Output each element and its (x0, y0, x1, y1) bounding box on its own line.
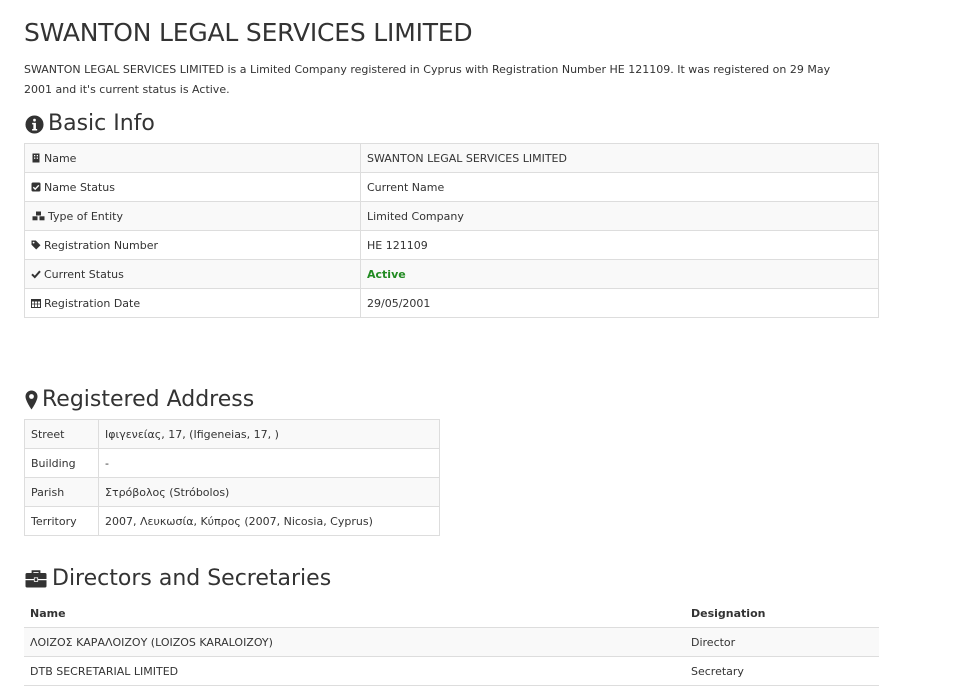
director-name: ΛΟΙΖΟΣ ΚΑΡΑΛΟΙΖΟΥ (LOIZOS KARALOIZOY) (24, 627, 685, 657)
row-label: Current Status (44, 267, 124, 281)
director-name: DTB SECRETARIAL LIMITED (24, 656, 685, 686)
row-label: Parish (24, 477, 99, 507)
row-label: Registration Number (44, 238, 159, 252)
row-label: Building (24, 448, 99, 478)
row-label: Street (24, 419, 99, 449)
row-label: Name (44, 151, 77, 165)
director-designation: Director (685, 627, 879, 657)
table-row: Current Status Active (24, 259, 879, 289)
building-icon (31, 153, 41, 163)
directors-heading-text: Directors and Secretaries (52, 566, 332, 591)
row-value: SWANTON LEGAL SERVICES LIMITED (360, 143, 879, 173)
table-row: Parish Στρόβολος (Stróbolos) (24, 477, 440, 507)
table-row: ΛΟΙΖΟΣ ΚΑΡΑΛΟΙΖΟΥ (LOIZOS KARALOIZOY) Di… (24, 627, 879, 657)
table-row: Name Status Current Name (24, 172, 879, 202)
check-icon (31, 269, 41, 279)
registered-address-heading-text: Registered Address (42, 387, 255, 412)
map-marker-icon (24, 389, 38, 411)
row-value: 2007, Λευκωσία, Κύπρος (2007, Nicosia, C… (98, 506, 440, 536)
page-title: SWANTON LEGAL SERVICES LIMITED (24, 18, 473, 47)
row-value: Στρόβολος (Stróbolos) (98, 477, 440, 507)
table-row: Registration Date 29/05/2001 (24, 288, 879, 318)
table-row: Territory 2007, Λευκωσία, Κύπρος (2007, … (24, 506, 440, 536)
info-circle-icon (24, 113, 44, 135)
status-active-value: Active (360, 259, 879, 289)
address-table: Street Ιφιγενείας, 17, (Ifigeneias, 17, … (24, 419, 440, 536)
basic-info-table: Name SWANTON LEGAL SERVICES LIMITED Name… (24, 143, 879, 318)
row-value: - (98, 448, 440, 478)
tag-icon (31, 240, 41, 250)
page: SWANTON LEGAL SERVICES LIMITED SWANTON L… (0, 0, 972, 686)
table-row: Building - (24, 448, 440, 478)
row-value: 29/05/2001 (360, 288, 879, 318)
column-header-designation: Designation (685, 599, 879, 628)
director-designation: Secretary (685, 656, 879, 686)
table-header-row: Name Designation (24, 599, 879, 628)
table-row: Name SWANTON LEGAL SERVICES LIMITED (24, 143, 879, 173)
table-row: Registration Number HE 121109 (24, 230, 879, 260)
basic-info-heading: Basic Info (24, 110, 155, 138)
row-label: Type of Entity (48, 209, 123, 223)
row-label: Registration Date (44, 296, 141, 310)
directors-heading: Directors and Secretaries (24, 565, 331, 593)
table-row: Type of Entity Limited Company (24, 201, 879, 231)
row-value: HE 121109 (360, 230, 879, 260)
row-value: Limited Company (360, 201, 879, 231)
directors-table: Name Designation ΛΟΙΖΟΣ ΚΑΡΑΛΟΙΖΟΥ (LOIZ… (24, 599, 879, 686)
basic-info-heading-text: Basic Info (48, 111, 155, 136)
column-header-name: Name (24, 599, 685, 628)
row-label: Territory (24, 506, 99, 536)
cubes-icon (31, 211, 45, 221)
check-square-icon (31, 182, 41, 192)
table-row: DTB SECRETARIAL LIMITED Secretary (24, 656, 879, 686)
registered-address-heading: Registered Address (24, 386, 254, 414)
table-row: Street Ιφιγενείας, 17, (Ifigeneias, 17, … (24, 419, 440, 449)
calendar-icon (31, 298, 41, 308)
row-value: Ιφιγενείας, 17, (Ifigeneias, 17, ) (98, 419, 440, 449)
row-value: Current Name (360, 172, 879, 202)
company-description: SWANTON LEGAL SERVICES LIMITED is a Limi… (24, 63, 831, 96)
briefcase-icon (24, 568, 48, 590)
row-label: Name Status (44, 180, 116, 194)
